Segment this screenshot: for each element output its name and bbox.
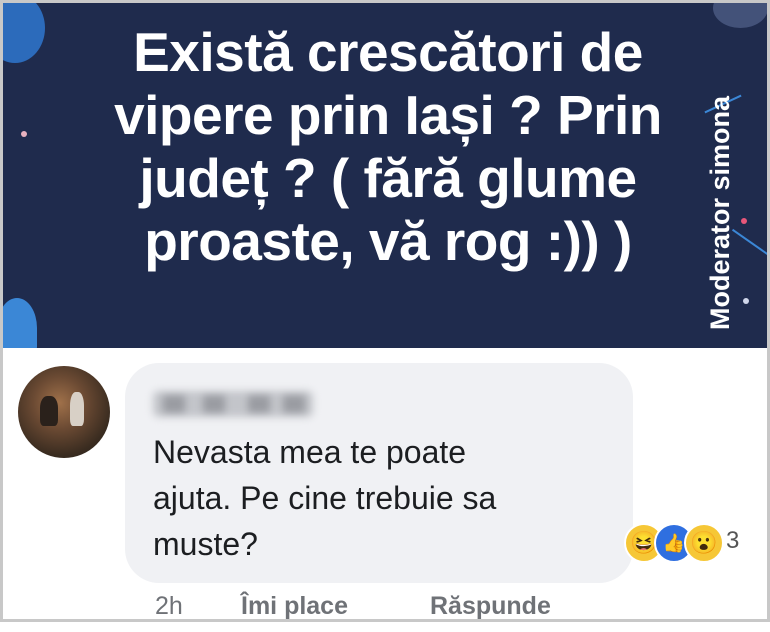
avatar-figure: [40, 396, 58, 426]
comment-timestamp[interactable]: 2h: [155, 592, 183, 621]
blur-block: [203, 395, 225, 413]
leaf-decoration: [3, 298, 37, 348]
post-text-line: proaste, vă rog :)) ): [144, 210, 632, 272]
comment-text-line: ajuta. Pe cine trebuie sa: [153, 480, 497, 516]
blur-block: [163, 395, 185, 413]
dot-decoration: [21, 131, 27, 137]
moderator-watermark: Moderator simona: [705, 95, 735, 330]
wow-icon: 😮: [684, 523, 724, 563]
leaf-decoration: [3, 3, 45, 63]
reactions-summary[interactable]: 😆 👍 😮 3: [624, 523, 764, 563]
comment-text-line: Nevasta mea te poate: [153, 434, 467, 470]
comment-text-line: muste?: [153, 526, 258, 562]
comment-text: Nevasta mea te poate ajuta. Pe cine treb…: [153, 429, 593, 567]
comment-bubble: Nevasta mea te poate ajuta. Pe cine treb…: [125, 363, 633, 583]
dot-decoration: [741, 218, 747, 224]
post-text-line: județ ? ( fără glume: [139, 147, 637, 209]
commenter-avatar[interactable]: [18, 366, 110, 458]
post-text-line: Există crescători de: [133, 21, 643, 83]
commenter-name-blurred[interactable]: [153, 391, 313, 417]
post-image: Există crescători de vipere prin Iași ? …: [3, 3, 767, 348]
reply-link[interactable]: Răspunde: [430, 592, 551, 621]
blur-block: [283, 395, 305, 413]
blur-block: [248, 395, 270, 413]
post-text-line: vipere prin Iași ? Prin: [114, 84, 662, 146]
dot-decoration: [743, 298, 749, 304]
line-decoration: [731, 228, 767, 260]
like-link[interactable]: Îmi place: [241, 592, 348, 621]
leaf-decoration: [713, 3, 767, 28]
avatar-figure: [70, 392, 84, 426]
reaction-count: 3: [726, 527, 740, 554]
post-text: Există crescători de vipere prin Iași ? …: [63, 21, 713, 273]
